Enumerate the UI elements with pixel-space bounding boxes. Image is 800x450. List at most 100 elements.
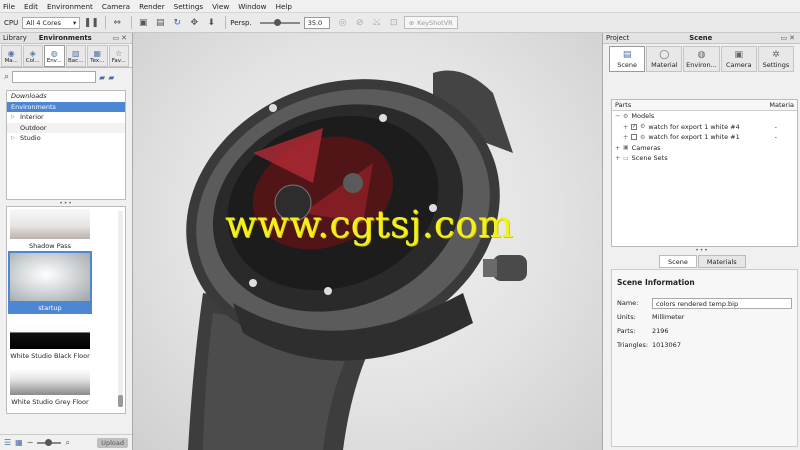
refresh-icon[interactable]: ↻ [170,16,184,29]
split-icon[interactable]: ⊘ [353,16,367,29]
resize-window-icon[interactable]: ⇔ [110,16,124,29]
collapse-icon[interactable]: − [615,112,623,120]
tab-settings[interactable]: ✲ Settings [757,46,795,72]
region-icon[interactable]: ⊡ [387,16,401,29]
menu-environment[interactable]: Environment [47,2,93,11]
menu-window[interactable]: Window [238,2,266,11]
thumbnail-shadow-pass[interactable]: Shadow Pass [10,209,90,250]
name-row: Name: colors rendered temp.bip [617,296,792,310]
add-folder-icon[interactable]: ▰ [99,73,105,82]
units-value: Millimeter [652,313,685,321]
menu-file[interactable]: File [3,2,15,11]
pause-icon[interactable]: ❚❚ [84,16,99,29]
geometry-view-icon[interactable]: ◎ [336,16,350,29]
tree-item-model-4[interactable]: + ✓ ⚙ watch for export 1 white #4 - [612,122,797,133]
menu-edit[interactable]: Edit [24,2,38,11]
units-row: Units: Millimeter [617,313,685,321]
menu-settings[interactable]: Settings [174,2,203,11]
menu-help[interactable]: Help [276,2,292,11]
tree-item-environments[interactable]: Environments [7,101,125,112]
persp-label: Persp. [230,18,252,27]
thumbnail-white-studio-black-floor[interactable]: White Studio Black Floor [10,325,90,360]
tree-item-downloads[interactable]: Downloads [7,91,125,102]
scene-tree: Parts Materia − ⚙ Models + ✓ ⚙ watch for… [611,99,798,247]
tab-colors[interactable]: ◈ Col... [22,45,43,67]
persp-slider[interactable] [259,18,300,26]
library-panel: Library Environments ▭✕ ◉ Ma... ◈ Col... ◍… [0,33,133,450]
scrollbar-thumb[interactable] [118,395,123,407]
tree-item-scene-sets[interactable]: + ▭ Scene Sets [612,153,797,164]
render-viewport[interactable]: www.cgtsj.com [133,33,602,450]
thumbnail-startup[interactable]: startup [8,251,92,314]
animation-icon[interactable]: ⤩ [370,16,384,29]
panel-controls-icon[interactable]: ▭✕ [781,34,797,42]
parts-value: 2196 [652,327,669,335]
globe-icon: ◍ [50,48,58,58]
sphere-icon: ◉ [7,48,15,58]
grey-floor-preview [10,369,90,395]
render-icon[interactable]: ▤ [153,16,167,29]
visibility-checkbox[interactable] [631,134,637,141]
thumbnail-white-studio-grey-floor[interactable]: White Studio Grey Floor [10,369,90,406]
scene-name-field[interactable]: colors rendered temp.bip [652,297,792,309]
menu-view[interactable]: View [212,2,229,11]
tree-item-model-1[interactable]: + ⚙ watch for export 1 white #1 - [612,132,797,143]
panel-controls-icon[interactable]: ▭✕ [113,34,129,42]
library-search-input[interactable] [12,71,97,83]
move-tool-icon[interactable]: ✥ [187,16,201,29]
folder-icon[interactable]: ▰ [108,73,114,82]
subtab-materials[interactable]: Materials [697,255,746,268]
tree-item-cameras[interactable]: + ▣ Cameras [612,143,797,154]
subtab-scene[interactable]: Scene [659,255,697,268]
thumbnail-size-slider[interactable] [37,438,62,446]
tree-item-models[interactable]: − ⚙ Models [612,111,797,122]
menu-render[interactable]: Render [139,2,165,11]
tab-camera[interactable]: ▣ Camera [720,46,757,72]
tree-item-studio[interactable]: ▷ Studio [7,133,125,144]
list-view-icon[interactable]: ☰ [4,438,11,447]
project-panel: Project Scene ▭✕ ▤ Scene ◯ Material ◍ Envir… [602,33,800,450]
tab-environment[interactable]: ◍ Environ... [683,46,720,72]
tab-material[interactable]: ◯ Material [646,46,683,72]
toolbar-divider [225,16,227,29]
tree-item-outdoor[interactable]: Outdoor [7,122,125,133]
zoom-out-icon[interactable]: − [27,438,34,447]
scene-sub-tabs: Scene Materials [659,255,746,268]
library-label: Library [3,34,27,42]
project-title: Scene [689,34,713,42]
tab-textures[interactable]: ▦ Tex... [87,45,108,67]
expand-icon[interactable]: + [615,144,623,152]
bezel-screw [324,287,332,295]
shadow-pass-preview [10,209,90,239]
splitter-handle[interactable]: ••• [603,247,800,254]
tab-materials[interactable]: ◉ Ma... [1,45,22,67]
camera-icon: ▣ [623,144,629,152]
zoom-in-icon[interactable]: ⌕ [65,438,69,448]
menu-camera[interactable]: Camera [102,2,130,11]
expand-icon[interactable]: + [623,123,631,131]
tab-environments[interactable]: ◍ Env... [44,45,65,67]
upload-button[interactable]: Upload [97,437,128,448]
star-icon: ☆ [115,48,123,58]
menu-bar: File Edit Environment Camera Render Sett… [0,0,800,13]
expand-arrow-icon[interactable]: ▷ [11,135,20,141]
visibility-checkbox[interactable]: ✓ [631,123,637,130]
grid-view-icon[interactable]: ▦ [15,438,23,447]
library-footer: ☰ ▦ − ⌕ Upload [0,434,132,450]
tab-favorites[interactable]: ☆ Fav... [108,45,129,67]
tree-item-interior[interactable]: ▷ Interior [7,112,125,123]
persp-input[interactable]: 35.0 [303,16,330,29]
expand-icon[interactable]: + [623,133,631,141]
keyshotvr-button[interactable]: ⊛ KeyShotVR [403,16,458,29]
startup-preview [10,253,90,301]
import-icon[interactable]: ⬇ [204,16,218,29]
search-icon: ⌕ [4,72,10,82]
tab-backplates[interactable]: ▨ Bac... [65,45,86,67]
cores-select[interactable]: All 4 Cores ▾ [22,16,81,29]
thumbnail-scrollbar[interactable] [118,211,123,407]
tab-scene[interactable]: ▤ Scene [609,46,646,72]
toolbar-divider [105,16,107,29]
expand-icon[interactable]: + [615,154,623,162]
screenshot-icon[interactable]: ▣ [136,16,150,29]
expand-arrow-icon[interactable]: ▷ [11,114,20,120]
